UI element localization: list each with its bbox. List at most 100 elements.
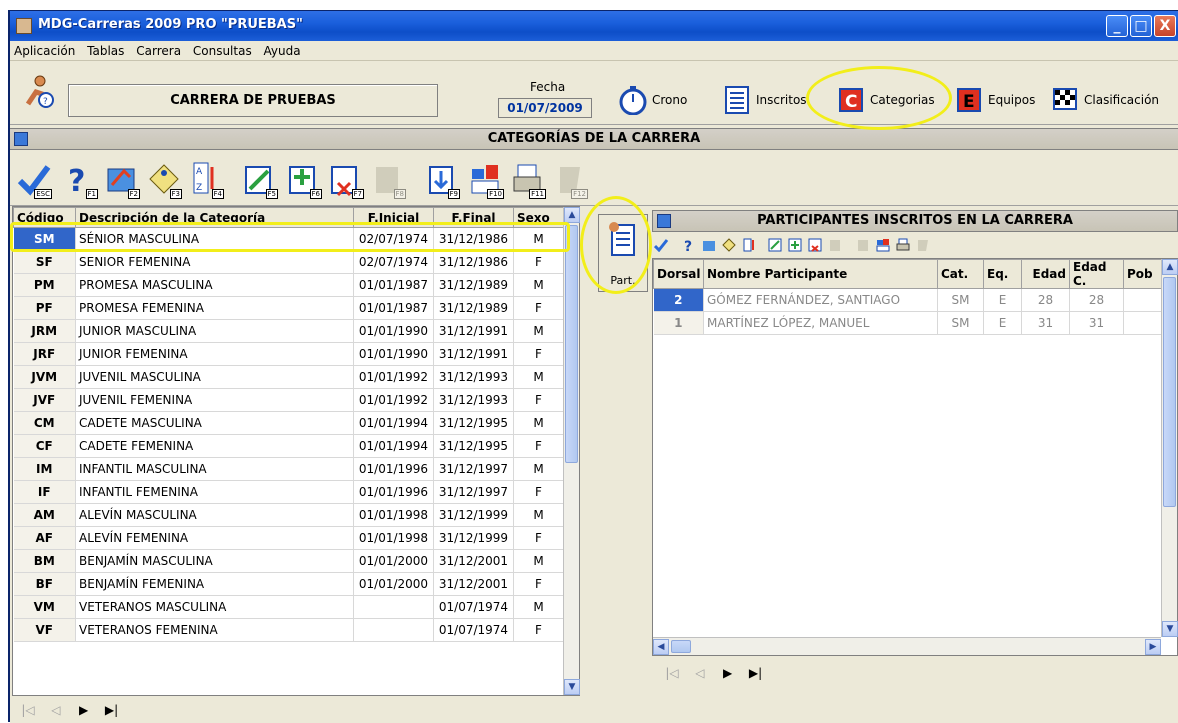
category-code[interactable]: PF <box>13 296 76 320</box>
category-sex[interactable]: F <box>513 388 564 412</box>
table-row[interactable]: BM BENJAMÍN MASCULINA 01/01/2000 31/12/2001… <box>13 549 564 573</box>
maximize-button[interactable]: □ <box>1130 15 1152 37</box>
cat-nav-prev[interactable]: ◁ <box>44 703 68 717</box>
delete-icon-small[interactable] <box>808 238 822 252</box>
category-end-date[interactable]: 31/12/1993 <box>433 365 514 389</box>
menu-ayuda[interactable]: Ayuda <box>260 41 305 58</box>
participants-hscrollbar[interactable]: ◀ ▶ <box>653 637 1161 655</box>
table-row[interactable]: AM ALEVÍN MASCULINA 01/01/1998 31/12/1999 M <box>13 503 564 527</box>
participants-hscroll-thumb[interactable] <box>671 640 691 653</box>
participants-scroll-thumb[interactable] <box>1163 277 1176 507</box>
participant-team[interactable]: E <box>983 311 1022 335</box>
inscritos-button[interactable]: Inscritos <box>722 80 807 120</box>
category-start-date[interactable]: 01/01/1998 <box>353 503 434 527</box>
category-code[interactable]: PM <box>13 273 76 297</box>
tag-icon-small[interactable] <box>722 238 736 252</box>
category-sex[interactable]: M <box>513 365 564 389</box>
close-button[interactable]: X <box>1154 15 1176 37</box>
category-sex[interactable]: M <box>513 273 564 297</box>
category-start-date[interactable] <box>353 595 434 619</box>
category-end-date[interactable]: 31/12/1995 <box>433 434 514 458</box>
table-row[interactable]: PF PROMESA FEMENINA 01/01/1987 31/12/1989 F <box>13 296 564 320</box>
participants-grid[interactable]: Dorsal Nombre Participante Cat. Eq. Edad… <box>652 258 1178 656</box>
category-start-date[interactable]: 01/01/1992 <box>353 388 434 412</box>
category-end-date[interactable]: 31/12/1999 <box>433 526 514 550</box>
participant-age[interactable]: 28 <box>1021 288 1070 312</box>
categories-scrollbar[interactable]: ▲ ▼ <box>563 207 580 695</box>
nav-last[interactable]: ▶| <box>743 666 767 680</box>
category-description[interactable]: JUNIOR FEMENINA <box>75 342 354 366</box>
participant-age-c[interactable]: 28 <box>1069 288 1124 312</box>
disabled-f12-button[interactable]: F12 <box>552 161 588 199</box>
participant-dorsal[interactable]: 2 <box>653 288 704 312</box>
nav-prev[interactable]: ◁ <box>688 666 712 680</box>
category-description[interactable]: PROMESA FEMENINA <box>75 296 354 320</box>
scroll-thumb[interactable] <box>565 225 578 463</box>
disabled-icon-small-2[interactable] <box>856 238 870 252</box>
participant-age-c[interactable]: 31 <box>1069 311 1124 335</box>
categorias-button[interactable]: C Categorias <box>836 80 935 120</box>
category-end-date[interactable]: 31/12/1991 <box>433 342 514 366</box>
scroll-down-button[interactable]: ▼ <box>564 679 580 695</box>
table-row[interactable]: BF BENJAMÍN FEMENINA 01/01/2000 31/12/2001 F <box>13 572 564 596</box>
minimize-button[interactable]: _ <box>1106 15 1128 37</box>
category-sex[interactable]: F <box>513 296 564 320</box>
category-code[interactable]: SM <box>13 227 76 251</box>
runner-icon[interactable]: ? <box>20 74 56 110</box>
category-end-date[interactable]: 31/12/1993 <box>433 388 514 412</box>
participants-vscrollbar[interactable]: ▲ ▼ <box>1161 259 1178 637</box>
category-start-date[interactable]: 01/01/1998 <box>353 526 434 550</box>
category-description[interactable]: PROMESA MASCULINA <box>75 273 354 297</box>
category-end-date[interactable]: 31/12/1997 <box>433 457 514 481</box>
col-dorsal[interactable]: Dorsal <box>653 259 704 289</box>
category-end-date[interactable]: 31/12/1986 <box>433 227 514 251</box>
category-start-date[interactable]: 01/01/1992 <box>353 365 434 389</box>
edit-f2-button[interactable]: F2 <box>104 161 140 199</box>
menu-consultas[interactable]: Consultas <box>189 41 256 58</box>
report-f10-button[interactable]: F10 <box>468 161 504 199</box>
category-description[interactable]: BENJAMÍN MASCULINA <box>75 549 354 573</box>
disabled-icon-small[interactable] <box>828 238 842 252</box>
cat-nav-first[interactable]: |◁ <box>16 703 40 717</box>
table-row[interactable]: 1 MARTÍNEZ LÓPEZ, MANUEL SM E 31 31 <box>653 311 1162 335</box>
col-cat[interactable]: Cat. <box>937 259 984 289</box>
modify-f5-button[interactable]: F5 <box>242 161 278 199</box>
category-start-date[interactable]: 02/07/1974 <box>353 250 434 274</box>
table-row[interactable]: AF ALEVÍN FEMENINA 01/01/1998 31/12/1999 F <box>13 526 564 550</box>
category-code[interactable]: IF <box>13 480 76 504</box>
category-start-date[interactable]: 01/01/1987 <box>353 296 434 320</box>
category-end-date[interactable]: 31/12/2001 <box>433 549 514 573</box>
category-end-date[interactable]: 31/12/1989 <box>433 273 514 297</box>
add-f6-button[interactable]: F6 <box>286 161 322 199</box>
menu-aplicacion[interactable]: Aplicación <box>10 41 79 58</box>
category-start-date[interactable]: 01/01/1987 <box>353 273 434 297</box>
category-end-date[interactable]: 01/07/1974 <box>433 595 514 619</box>
delete-f7-button[interactable]: F7 <box>328 161 364 199</box>
table-row[interactable]: IM INFANTIL MASCULINA 01/01/1996 31/12/1997… <box>13 457 564 481</box>
search-f3-button[interactable]: F3 <box>146 161 182 199</box>
category-code[interactable]: JRM <box>13 319 76 343</box>
table-row[interactable]: VF VETERANOS FEMENINA 01/07/1974 F <box>13 618 564 642</box>
print-f11-button[interactable]: F11 <box>510 161 546 199</box>
crono-button[interactable]: Crono <box>618 80 687 120</box>
category-sex[interactable]: F <box>513 434 564 458</box>
cat-nav-last[interactable]: ▶| <box>99 703 123 717</box>
participant-dorsal[interactable]: 1 <box>653 311 704 335</box>
col-edadc[interactable]: Edad C. <box>1069 259 1124 289</box>
category-description[interactable]: JUNIOR MASCULINA <box>75 319 354 343</box>
back-esc-button[interactable]: ESC <box>16 161 52 199</box>
table-row[interactable]: IF INFANTIL FEMENINA 01/01/1996 31/12/1997 F <box>13 480 564 504</box>
category-sex[interactable]: M <box>513 227 564 251</box>
category-end-date[interactable]: 31/12/1991 <box>433 319 514 343</box>
category-description[interactable]: ALEVÍN MASCULINA <box>75 503 354 527</box>
category-description[interactable]: INFANTIL MASCULINA <box>75 457 354 481</box>
category-sex[interactable]: M <box>513 549 564 573</box>
category-start-date[interactable]: 01/01/1996 <box>353 480 434 504</box>
category-sex[interactable]: F <box>513 480 564 504</box>
category-start-date[interactable]: 01/01/1996 <box>353 457 434 481</box>
category-end-date[interactable]: 01/07/1974 <box>433 618 514 642</box>
category-sex[interactable]: M <box>513 457 564 481</box>
check-icon[interactable] <box>654 238 668 252</box>
report-icon-small[interactable] <box>876 238 890 252</box>
nav-first[interactable]: |◁ <box>660 666 684 680</box>
